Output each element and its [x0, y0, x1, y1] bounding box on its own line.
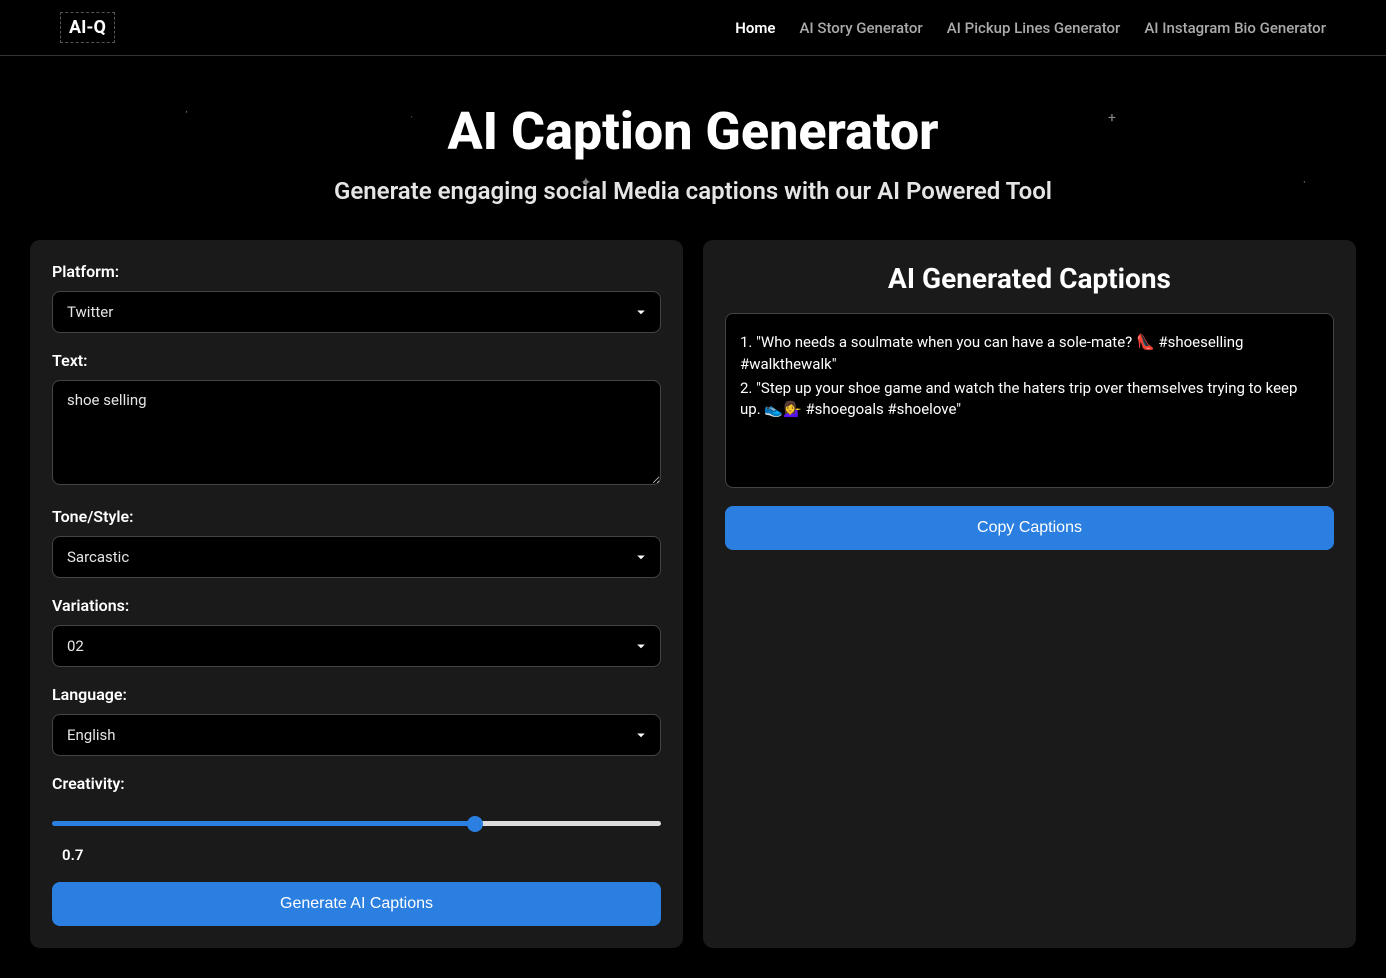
tone-label: Tone/Style: [52, 507, 661, 526]
caption-result: 1. "Who needs a soulmate when you can ha… [740, 332, 1319, 376]
tone-select[interactable]: Sarcastic [52, 536, 661, 578]
hero: AI Caption Generator Generate engaging s… [0, 56, 1386, 240]
results-title: AI Generated Captions [725, 262, 1334, 295]
platform-label: Platform: [52, 262, 661, 281]
header: AI-Q Home AI Story Generator AI Pickup L… [0, 0, 1386, 56]
nav-instagram-bio[interactable]: AI Instagram Bio Generator [1144, 19, 1326, 37]
page-title: AI Caption Generator [20, 101, 1366, 162]
platform-select[interactable]: Twitter [52, 291, 661, 333]
main-content: Platform: Twitter Text: shoe selling Ton… [0, 240, 1386, 978]
results-box: 1. "Who needs a soulmate when you can ha… [725, 313, 1334, 488]
caption-result: 2. "Step up your shoe game and watch the… [740, 378, 1319, 422]
nav-pickup-lines[interactable]: AI Pickup Lines Generator [947, 19, 1121, 37]
main-nav: Home AI Story Generator AI Pickup Lines … [735, 19, 1326, 37]
nav-story-generator[interactable]: AI Story Generator [799, 19, 922, 37]
results-panel: AI Generated Captions 1. "Who needs a so… [703, 240, 1356, 948]
variations-label: Variations: [52, 596, 661, 615]
creativity-slider[interactable] [52, 821, 661, 826]
generate-button[interactable]: Generate AI Captions [52, 882, 661, 926]
text-label: Text: [52, 351, 661, 370]
language-select[interactable]: English [52, 714, 661, 756]
language-label: Language: [52, 685, 661, 704]
page-subtitle: Generate engaging social Media captions … [20, 177, 1366, 205]
creativity-label: Creativity: [52, 774, 661, 793]
input-panel: Platform: Twitter Text: shoe selling Ton… [30, 240, 683, 948]
nav-home[interactable]: Home [735, 19, 775, 37]
copy-button[interactable]: Copy Captions [725, 506, 1334, 550]
creativity-value: 0.7 [52, 838, 661, 864]
logo[interactable]: AI-Q [60, 12, 115, 43]
text-input[interactable]: shoe selling [52, 380, 661, 485]
variations-select[interactable]: 02 [52, 625, 661, 667]
